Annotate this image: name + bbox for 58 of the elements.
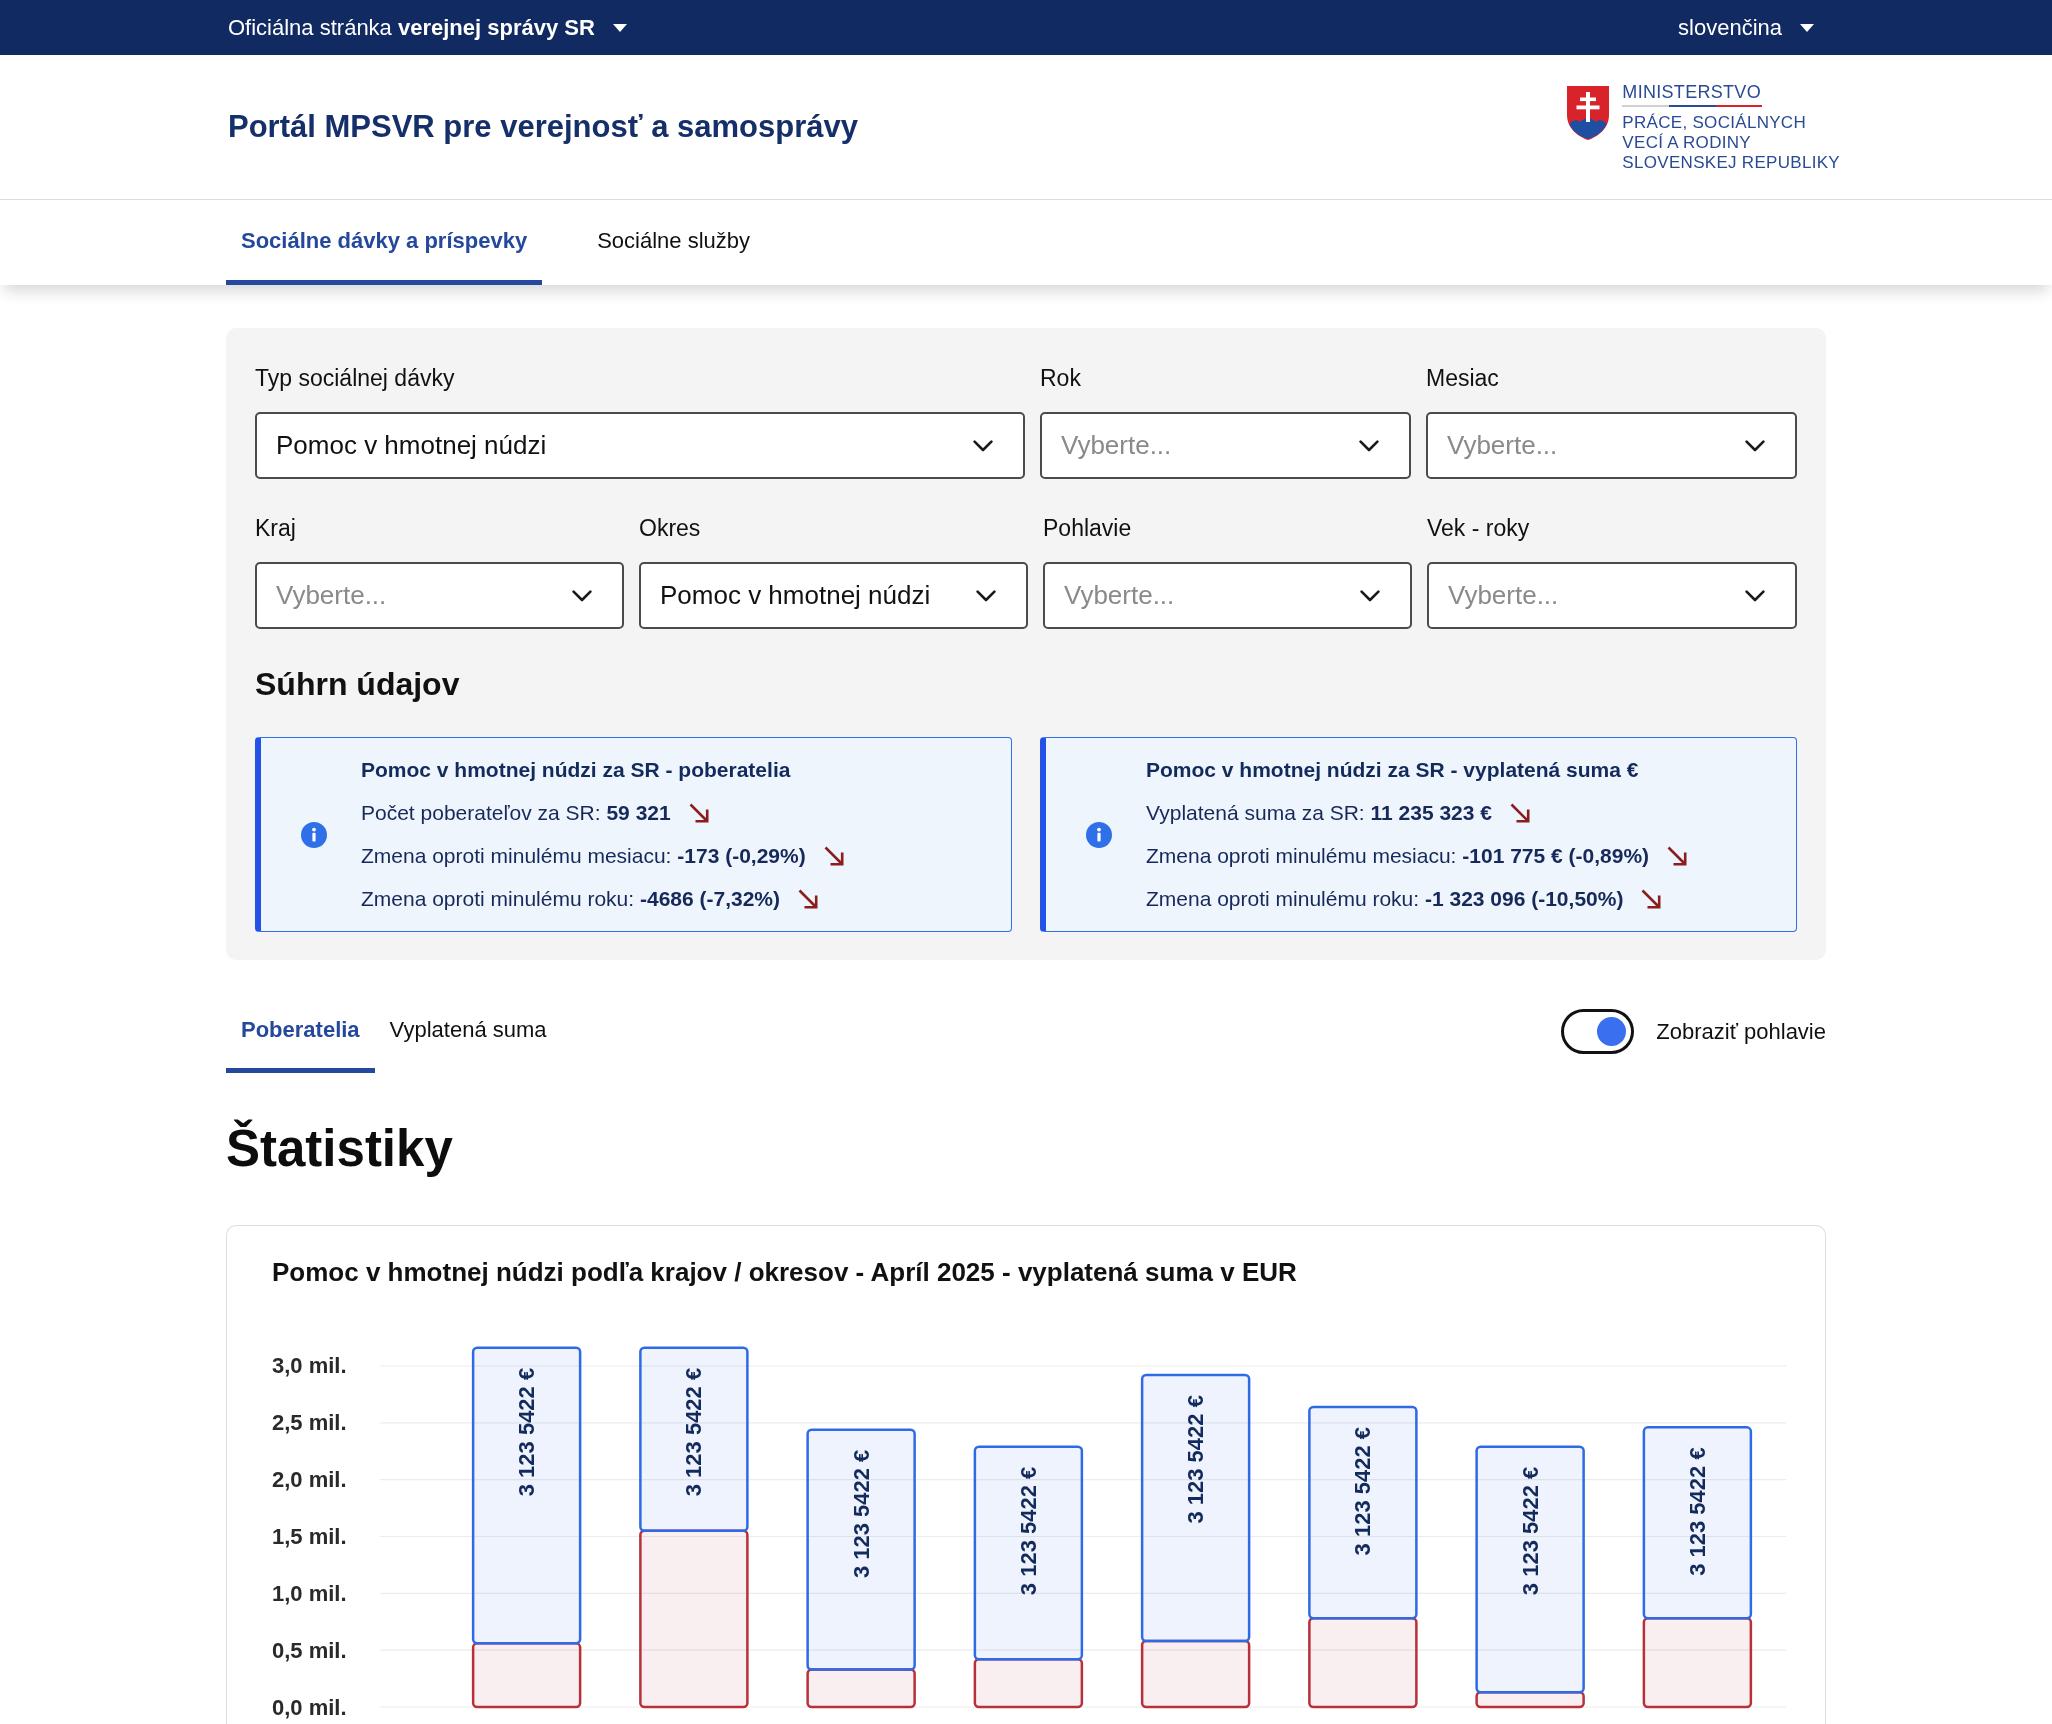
view-tab[interactable]: Vyplatená suma xyxy=(374,990,562,1073)
logo-title: MINISTERSTVO xyxy=(1622,81,1762,102)
site-title: Portál MPSVR pre verejnosť a samosprávy xyxy=(228,107,858,146)
language-dropdown[interactable]: slovenčina xyxy=(1678,11,1814,44)
chevron-down-icon xyxy=(1359,439,1379,452)
chevron-down-icon xyxy=(1745,439,1765,452)
bar-value-label: 3 123 5422 € xyxy=(848,1449,874,1579)
field-label: Mesiac xyxy=(1426,364,1500,393)
info-icon xyxy=(301,821,327,848)
view-tab[interactable]: Poberatelia xyxy=(226,990,375,1073)
info-card-line: Zmena oproti minulému mesiacu: -173 (-0,29%) xyxy=(361,843,806,869)
y-axis-label: 2,0 mil. xyxy=(272,1467,347,1493)
field-label: Rok xyxy=(1040,364,1082,393)
nav-tab[interactable]: Sociálne služby xyxy=(582,200,766,285)
bar-value-label: 3 123 5422 € xyxy=(1015,1466,1041,1596)
select-field[interactable]: Pomoc v hmotnej núdzi xyxy=(255,412,1025,479)
coat-of-arms-icon xyxy=(1566,84,1611,141)
y-axis-label: 1,0 mil. xyxy=(272,1580,347,1606)
bar-value-label: 3 123 5422 € xyxy=(1517,1466,1543,1596)
bar-value-label: 3 123 5422 € xyxy=(1350,1426,1376,1556)
field-label: Kraj xyxy=(255,514,297,543)
field-label: Pohlavie xyxy=(1043,514,1133,543)
page-heading: Štatistiky xyxy=(226,1121,454,1177)
field-label: Typ sociálnej dávky xyxy=(255,364,456,393)
y-axis-label: 0,0 mil. xyxy=(272,1694,347,1720)
info-card-line: Vyplatená suma za SR: 11 235 323 € xyxy=(1146,800,1492,826)
chart-title: Pomoc v hmotnej núdzi podľa krajov / okresov - Apríl 2025 - vyplatená suma v EUR xyxy=(271,1256,1298,1289)
bar-value-label: 3 123 5422 € xyxy=(681,1367,707,1497)
info-card-line: Zmena oproti minulému mesiacu: -101 775 € (-0,89%) xyxy=(1146,843,1650,869)
bar-value-label: 3 123 5422 € xyxy=(514,1367,540,1497)
chevron-down-icon xyxy=(1745,589,1765,602)
field-label: Okres xyxy=(639,514,702,543)
section-heading: Súhrn údajov xyxy=(255,665,461,703)
toggle-switch[interactable] xyxy=(1561,1009,1635,1054)
chevron-down-icon xyxy=(572,589,592,602)
logo-subtitle: PRÁCE, SOCIÁLNYCH VECÍ A RODINY SLOVENSKEJ REPUBLIKY xyxy=(1622,112,1840,173)
info-card-line: Zmena oproti minulému roku: -1 323 096 (-10,50%) xyxy=(1146,886,1624,912)
chevron-down-icon xyxy=(973,439,993,452)
y-axis-label: 1,5 mil. xyxy=(272,1524,347,1549)
y-axis-label: 2,5 mil. xyxy=(272,1410,347,1436)
field-label: Vek - roky xyxy=(1427,514,1531,543)
nav-tab[interactable]: Sociálne dávky a príspevky xyxy=(226,200,543,285)
caret-down-icon xyxy=(1800,23,1814,32)
bar-value-label: 3 123 5422 € xyxy=(1684,1447,1710,1576)
bar-value-label: 3 123 5422 € xyxy=(1183,1395,1209,1524)
info-icon xyxy=(1086,821,1112,848)
toggle-label: Zobraziť pohlavie xyxy=(1656,1018,1826,1046)
y-axis-label: 3,0 mil. xyxy=(272,1353,347,1379)
chevron-down-icon xyxy=(976,589,996,602)
caret-down-icon xyxy=(612,23,627,32)
info-card-title: Pomoc v hmotnej núdzi za SR - poberatelia xyxy=(361,757,792,783)
info-card-title: Pomoc v hmotnej núdzi za SR - vyplatená suma € xyxy=(1146,757,1640,783)
select-field[interactable]: Pomoc v hmotnej núdzi xyxy=(639,562,1028,629)
info-card-line: Zmena oproti minulému roku: -4686 (-7,32%) xyxy=(361,886,781,912)
official-site-dropdown[interactable]: Oficiálna stránka verejnej správy SR xyxy=(228,11,627,44)
chevron-down-icon xyxy=(1360,589,1380,602)
info-card-line: Počet poberateľov za SR: 59 321 xyxy=(361,800,671,826)
y-axis-label: 0,5 mil. xyxy=(272,1637,347,1663)
